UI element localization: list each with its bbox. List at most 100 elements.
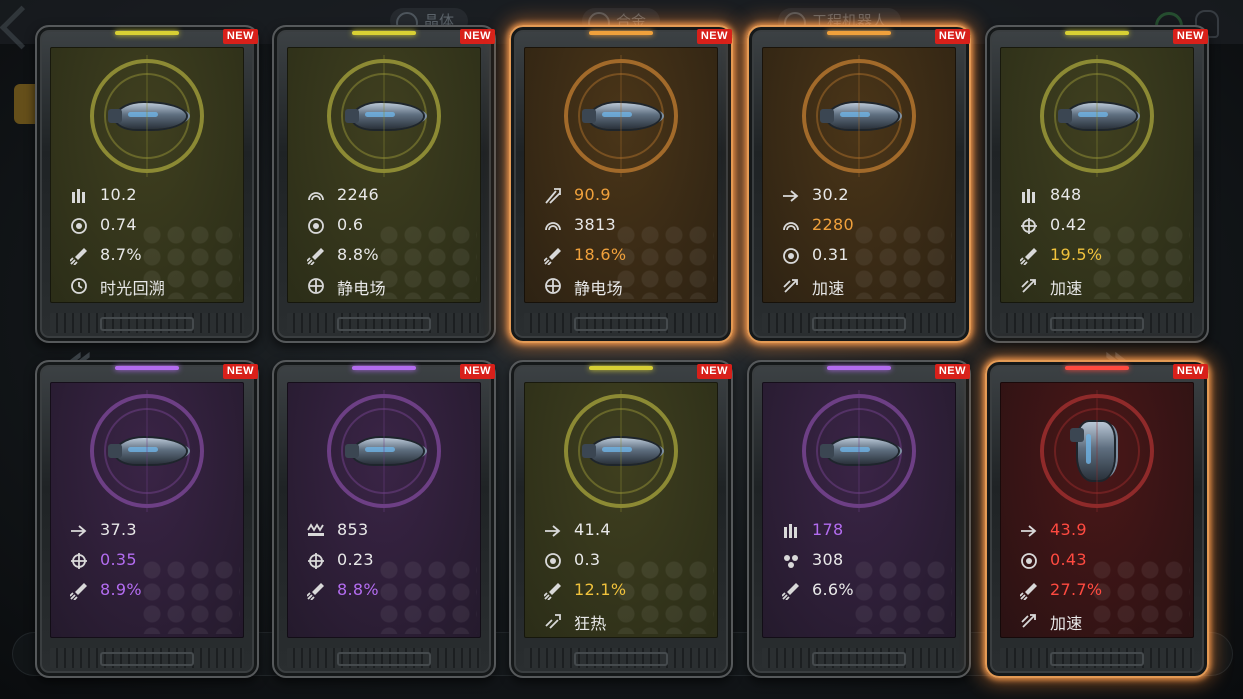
stat-value: 8.8% — [337, 580, 379, 599]
stat-value: 0.31 — [812, 245, 849, 264]
ship-emblem — [90, 390, 204, 512]
hex-pattern — [614, 558, 714, 634]
rarity-bar — [1065, 366, 1129, 370]
ship-panel: 43.9 0.43 27.7% 加速 — [1000, 382, 1194, 638]
rarity-bar — [115, 366, 179, 370]
card-base — [287, 648, 481, 668]
stat-value: 308 — [812, 550, 844, 569]
reload-icon — [307, 217, 325, 235]
rarity-bar — [1065, 31, 1129, 35]
ammo-icon — [782, 522, 800, 540]
destroyer-ship-icon — [108, 438, 186, 464]
ship-card[interactable]: NEW 853 0.23 8.8% — [272, 360, 496, 678]
ship-card[interactable]: NEW 2246 0.6 8.8% 静电场 — [272, 25, 496, 343]
missile-icon — [306, 247, 325, 266]
missile-icon — [1019, 582, 1038, 601]
ship-emblem — [564, 55, 678, 177]
rarity-bar — [827, 366, 891, 370]
stat-value: 43.9 — [1050, 520, 1087, 539]
card-base — [50, 648, 244, 668]
ship-panel: 853 0.23 8.8% — [287, 382, 481, 638]
interceptor-ship-icon — [820, 103, 898, 129]
ship-card[interactable]: NEW 178 308 6.6% — [747, 360, 971, 678]
stat-value: 27.7% — [1050, 580, 1103, 599]
speed-arrow-icon — [544, 522, 562, 540]
ship-emblem — [564, 390, 678, 512]
stat-value: 19.5% — [1050, 245, 1103, 264]
ship-panel: 30.2 2280 0.31 加速 — [762, 47, 956, 303]
stat-value: 853 — [337, 520, 369, 539]
stat-value: 8.8% — [337, 245, 379, 264]
stat-value: 6.6% — [812, 580, 854, 599]
card-base — [762, 313, 956, 333]
stat-value: 37.3 — [100, 520, 137, 539]
rarity-bar — [115, 31, 179, 35]
new-badge: NEW — [459, 29, 495, 44]
ship-card[interactable]: NEW 90.9 3813 18.6% 静电场 — [509, 25, 733, 343]
rarity-bar — [827, 31, 891, 35]
crosshair-icon — [1020, 217, 1038, 235]
hex-pattern — [852, 558, 952, 634]
reload-icon — [544, 552, 562, 570]
ship-emblem — [90, 55, 204, 177]
new-badge: NEW — [934, 364, 970, 379]
stat-value: 12.1% — [574, 580, 627, 599]
new-badge: NEW — [1172, 364, 1208, 379]
ship-card[interactable]: NEW 37.3 0.35 8.9% — [35, 360, 259, 678]
reload-icon — [1020, 552, 1038, 570]
stat-value: 8.7% — [100, 245, 142, 264]
card-base — [50, 313, 244, 333]
damage-burst-icon — [544, 187, 562, 205]
stat-value: 0.35 — [100, 550, 137, 569]
card-base — [1000, 313, 1194, 333]
card-base — [524, 313, 718, 333]
static-field-icon — [544, 277, 562, 295]
new-badge: NEW — [459, 364, 495, 379]
ship-card[interactable]: NEW 41.4 0.3 12.1% 狂热 — [509, 360, 733, 678]
missile-icon — [306, 582, 325, 601]
boost-icon — [1020, 277, 1038, 295]
card-base — [762, 648, 956, 668]
ship-panel: 37.3 0.35 8.9% — [50, 382, 244, 638]
side-tab-icon[interactable] — [14, 84, 36, 124]
stat-value: 18.6% — [574, 245, 627, 264]
stat-value: 0.6 — [337, 215, 364, 234]
hex-pattern — [614, 223, 714, 299]
ship-emblem — [802, 390, 916, 512]
speed-arrow-icon — [782, 187, 800, 205]
ship-emblem — [327, 390, 441, 512]
boost-icon — [1020, 612, 1038, 630]
ship-emblem — [327, 55, 441, 177]
crosshair-icon — [70, 552, 88, 570]
ammo-icon — [1020, 187, 1038, 205]
stat-value: 3813 — [574, 215, 616, 234]
missile-icon — [69, 582, 88, 601]
new-badge: NEW — [934, 29, 970, 44]
stat-value: 0.42 — [1050, 215, 1087, 234]
frigate-ship-icon — [108, 103, 186, 129]
vertical-fighter-ship-icon — [1070, 422, 1114, 480]
time-rewind-icon — [70, 277, 88, 295]
hex-pattern — [1090, 558, 1190, 634]
ship-card[interactable]: NEW 43.9 0.43 27.7% 加速 — [985, 360, 1209, 678]
ship-emblem — [1040, 55, 1154, 177]
hex-pattern — [377, 558, 477, 634]
stat-value: 178 — [812, 520, 844, 539]
armor-spikes-icon — [307, 522, 325, 540]
ship-card[interactable]: NEW 10.2 0.74 8.7% 时光回溯 — [35, 25, 259, 343]
missile-icon — [781, 582, 800, 601]
rarity-bar — [352, 31, 416, 35]
ship-card[interactable]: NEW 30.2 2280 0.31 加速 — [747, 25, 971, 343]
shield-arc-icon — [307, 187, 325, 205]
hex-pattern — [377, 223, 477, 299]
stat-value: 2246 — [337, 185, 379, 204]
missile-icon — [543, 582, 562, 601]
stat-value: 30.2 — [812, 185, 849, 204]
stat-value: 8.9% — [100, 580, 142, 599]
ship-card[interactable]: NEW 848 0.42 19.5% 加速 — [985, 25, 1209, 343]
cluster-icon — [782, 552, 800, 570]
ship-panel: 178 308 6.6% — [762, 382, 956, 638]
new-badge: NEW — [1172, 29, 1208, 44]
stat-value: 41.4 — [574, 520, 611, 539]
ship-emblem — [1040, 390, 1154, 512]
